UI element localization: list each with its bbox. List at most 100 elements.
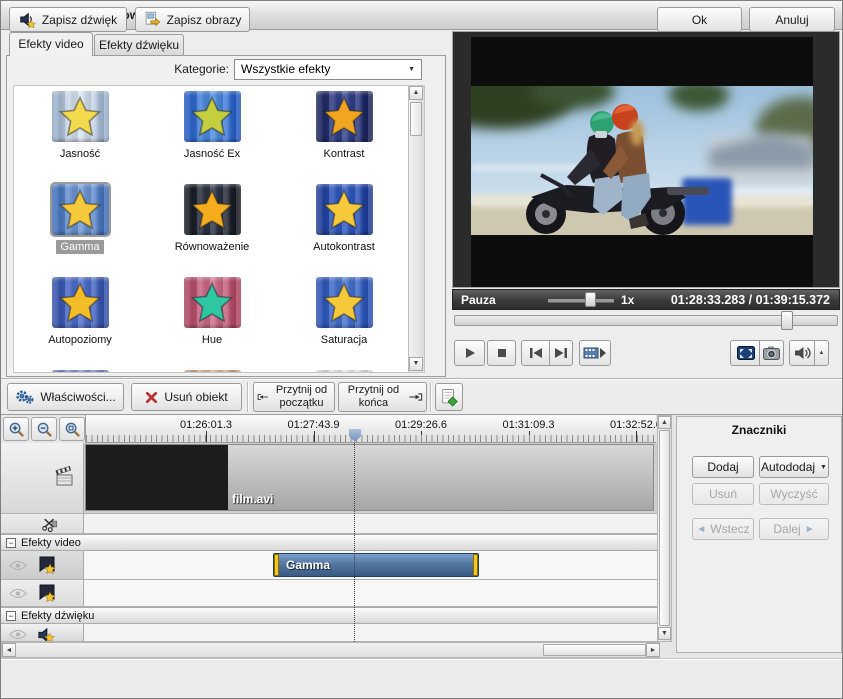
effect-star-icon	[52, 277, 109, 328]
video-effect-icon[interactable]	[37, 555, 57, 575]
timecode: 01:28:33.283 / 01:39:15.372	[671, 293, 830, 307]
effect-item-jasność-ex[interactable]: Jasność Ex	[146, 91, 278, 184]
scrollbar-thumb[interactable]	[543, 644, 646, 656]
timeline-ruler[interactable]: 01:26:01.301:27:43.901:29:26.601:31:09.3…	[85, 415, 656, 443]
clip-thumbnail	[86, 445, 228, 510]
scroll-up-icon[interactable]: ▲	[409, 86, 423, 100]
gamma-effect-label: Gamma	[286, 558, 330, 572]
toolbar-separator	[430, 382, 432, 412]
fullscreen-icon	[737, 346, 755, 361]
cut-track[interactable]	[84, 514, 657, 534]
effect-label: Saturacja	[317, 333, 371, 347]
effect-item[interactable]	[146, 370, 278, 373]
cut-track-header	[1, 514, 84, 534]
tab-video-effects[interactable]: Efekty video	[9, 32, 93, 56]
speed-slider-handle[interactable]	[585, 292, 596, 307]
video-clip[interactable]: film.avi	[85, 444, 654, 511]
previous-frame-icon	[529, 347, 543, 359]
marker-add-button[interactable]: Dodaj	[692, 456, 754, 478]
video-preview	[471, 37, 813, 287]
save-images-button[interactable]: Zapisz obrazy	[135, 7, 250, 32]
marker-back-button[interactable]: ◄ Wstecz	[692, 518, 754, 540]
effect-item-równoważenie[interactable]: Równoważenie	[146, 184, 278, 277]
speed-slider[interactable]	[548, 299, 614, 302]
effect-item[interactable]	[278, 370, 410, 373]
zoom-out-button[interactable]	[31, 417, 57, 441]
ok-button[interactable]: Ok	[657, 7, 742, 32]
volume-expand-icon[interactable]: ▲	[814, 340, 829, 366]
eye-icon[interactable]	[9, 629, 27, 640]
volume-button[interactable]	[789, 340, 816, 366]
video-effects-section-header[interactable]: − Efekty video	[1, 534, 657, 551]
effect-label: Autokontrast	[309, 240, 379, 254]
audio-effect-track[interactable]	[84, 624, 657, 642]
snapshot-button[interactable]	[759, 340, 784, 366]
red-x-icon	[145, 391, 158, 404]
category-select[interactable]: Wszystkie efekty ▼	[234, 59, 422, 80]
speaker-save-icon	[19, 11, 36, 28]
star-icon	[57, 188, 103, 232]
properties-button[interactable]: Właściwości...	[7, 383, 124, 411]
timeline-tick-label: 01:27:43.9	[288, 419, 340, 431]
gamma-effect-clip[interactable]: Gamma	[273, 553, 479, 577]
timeline-major-tick	[314, 431, 315, 442]
play-button[interactable]	[454, 340, 485, 366]
stop-button[interactable]	[487, 340, 516, 366]
effect-item-autokontrast[interactable]: Autokontrast	[278, 184, 410, 277]
effect-label: Gamma	[56, 240, 103, 254]
audio-effects-section-header[interactable]: − Efekty dźwięku	[1, 607, 657, 624]
zoom-in-button[interactable]	[3, 417, 29, 441]
marker-remove-button[interactable]: Usuń	[692, 483, 754, 505]
eye-icon[interactable]	[9, 588, 27, 599]
step-playback-button[interactable]	[579, 340, 611, 366]
effect-item[interactable]	[14, 370, 146, 373]
scroll-right-icon[interactable]: ►	[646, 643, 660, 657]
zoom-out-icon	[36, 421, 53, 438]
timeline-hscrollbar[interactable]: ◄ ►	[1, 642, 660, 658]
save-audio-button[interactable]: Zapisz dźwięk	[9, 7, 127, 32]
scroll-up-icon[interactable]: ▲	[658, 416, 671, 429]
footer-bar	[1, 658, 843, 699]
timeline-vscrollbar[interactable]: ▲ ▼	[657, 415, 672, 642]
effect-item-gamma[interactable]: Gamma	[14, 184, 146, 277]
effect-item-saturacja[interactable]: Saturacja	[278, 277, 410, 370]
trim-end-button[interactable]: Przytnij od końca	[338, 382, 427, 412]
effect-item-autopoziomy[interactable]: Autopoziomy	[14, 277, 146, 370]
tile-curtain	[316, 370, 373, 373]
video-effect-track1[interactable]: Gamma	[84, 551, 657, 580]
markers-panel: Znaczniki Dodaj Autododaj ▼ Usuń Wyczyść…	[676, 416, 842, 653]
scroll-down-icon[interactable]: ▼	[658, 627, 671, 640]
collapse-icon[interactable]: −	[6, 538, 16, 548]
scrollbar-thumb[interactable]	[659, 430, 670, 626]
effect-item-jasność[interactable]: Jasność	[14, 91, 146, 184]
tab-audio-effects[interactable]: Efekty dźwięku	[94, 34, 184, 56]
marker-forward-button[interactable]: Dalej ►	[759, 518, 829, 540]
fullscreen-button[interactable]	[730, 340, 761, 366]
effects-scrollbar[interactable]: ▲ ▼	[408, 86, 424, 372]
next-frame-button[interactable]	[549, 340, 573, 366]
export-frame-button[interactable]	[435, 383, 463, 411]
scrollbar-thumb[interactable]	[410, 102, 422, 136]
audio-effect-icon[interactable]	[37, 626, 55, 642]
marker-autoadd-button[interactable]: Autododaj ▼	[759, 456, 829, 478]
video-effect-track2[interactable]	[84, 580, 657, 607]
seek-handle[interactable]	[781, 311, 793, 330]
trim-start-button[interactable]: Przytnij od początku	[253, 382, 335, 412]
effect-star-icon	[316, 370, 373, 373]
zoom-fit-button[interactable]	[59, 417, 85, 441]
marker-clear-button[interactable]: Wyczyść	[759, 483, 829, 505]
eye-icon[interactable]	[9, 560, 27, 571]
previous-frame-button[interactable]	[521, 340, 551, 366]
delete-object-label: Usuń obiekt	[164, 390, 227, 404]
scroll-left-icon[interactable]: ◄	[2, 643, 16, 657]
cancel-button[interactable]: Anuluj	[749, 7, 835, 32]
scroll-down-icon[interactable]: ▼	[409, 357, 423, 371]
effect-item-hue[interactable]: Hue	[146, 277, 278, 370]
player-status-bar: Pauza 1x 01:28:33.283 / 01:39:15.372	[452, 289, 840, 310]
effect-item-kontrast[interactable]: Kontrast	[278, 91, 410, 184]
chevron-down-icon: ▼	[408, 60, 415, 79]
delete-object-button[interactable]: Usuń obiekt	[131, 383, 242, 411]
video-effect-icon[interactable]	[37, 583, 57, 603]
video-track[interactable]: film.avi	[84, 443, 657, 514]
collapse-icon[interactable]: −	[6, 611, 16, 621]
